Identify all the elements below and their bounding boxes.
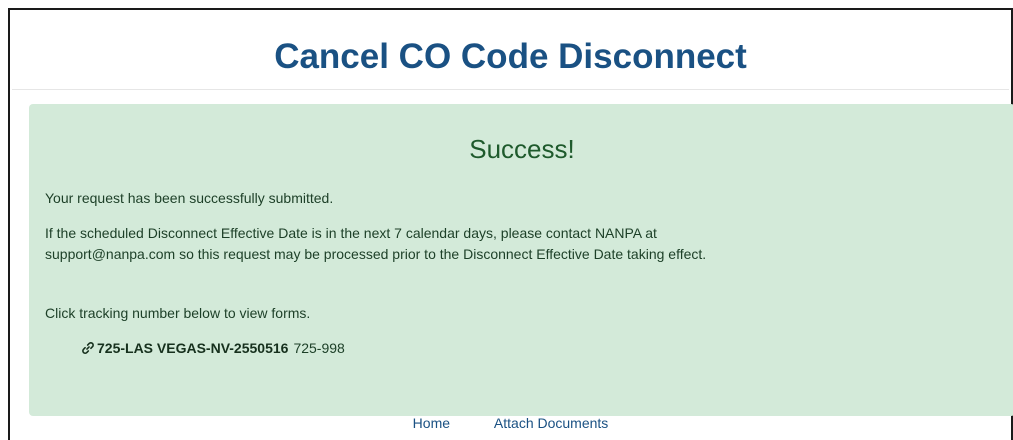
alert-message-contact: If the scheduled Disconnect Effective Da…: [45, 225, 707, 262]
alert-message-instructions: Click tracking number below to view form…: [45, 305, 311, 321]
success-alert: Success! Your request has been successfu…: [29, 104, 1013, 416]
alert-message-submitted: Your request has been successfully submi…: [45, 190, 334, 206]
tracking-number-link[interactable]: 725-LAS VEGAS-NV-2550516: [97, 340, 288, 356]
attach-documents-link[interactable]: Attach Documents: [494, 415, 608, 431]
tracking-row: 725-LAS VEGAS-NV-2550516 725-998: [81, 340, 345, 356]
footer-nav: Home Attach Documents: [10, 415, 1011, 431]
page-title: Cancel CO Code Disconnect: [274, 37, 747, 76]
title-divider: [12, 89, 1009, 90]
home-link[interactable]: Home: [413, 415, 450, 431]
tracking-code-range: 725-998: [293, 340, 345, 356]
alert-heading: Success!: [469, 134, 575, 164]
page-frame: Cancel CO Code Disconnect Success! Your …: [8, 8, 1013, 440]
link-icon: [81, 341, 95, 355]
